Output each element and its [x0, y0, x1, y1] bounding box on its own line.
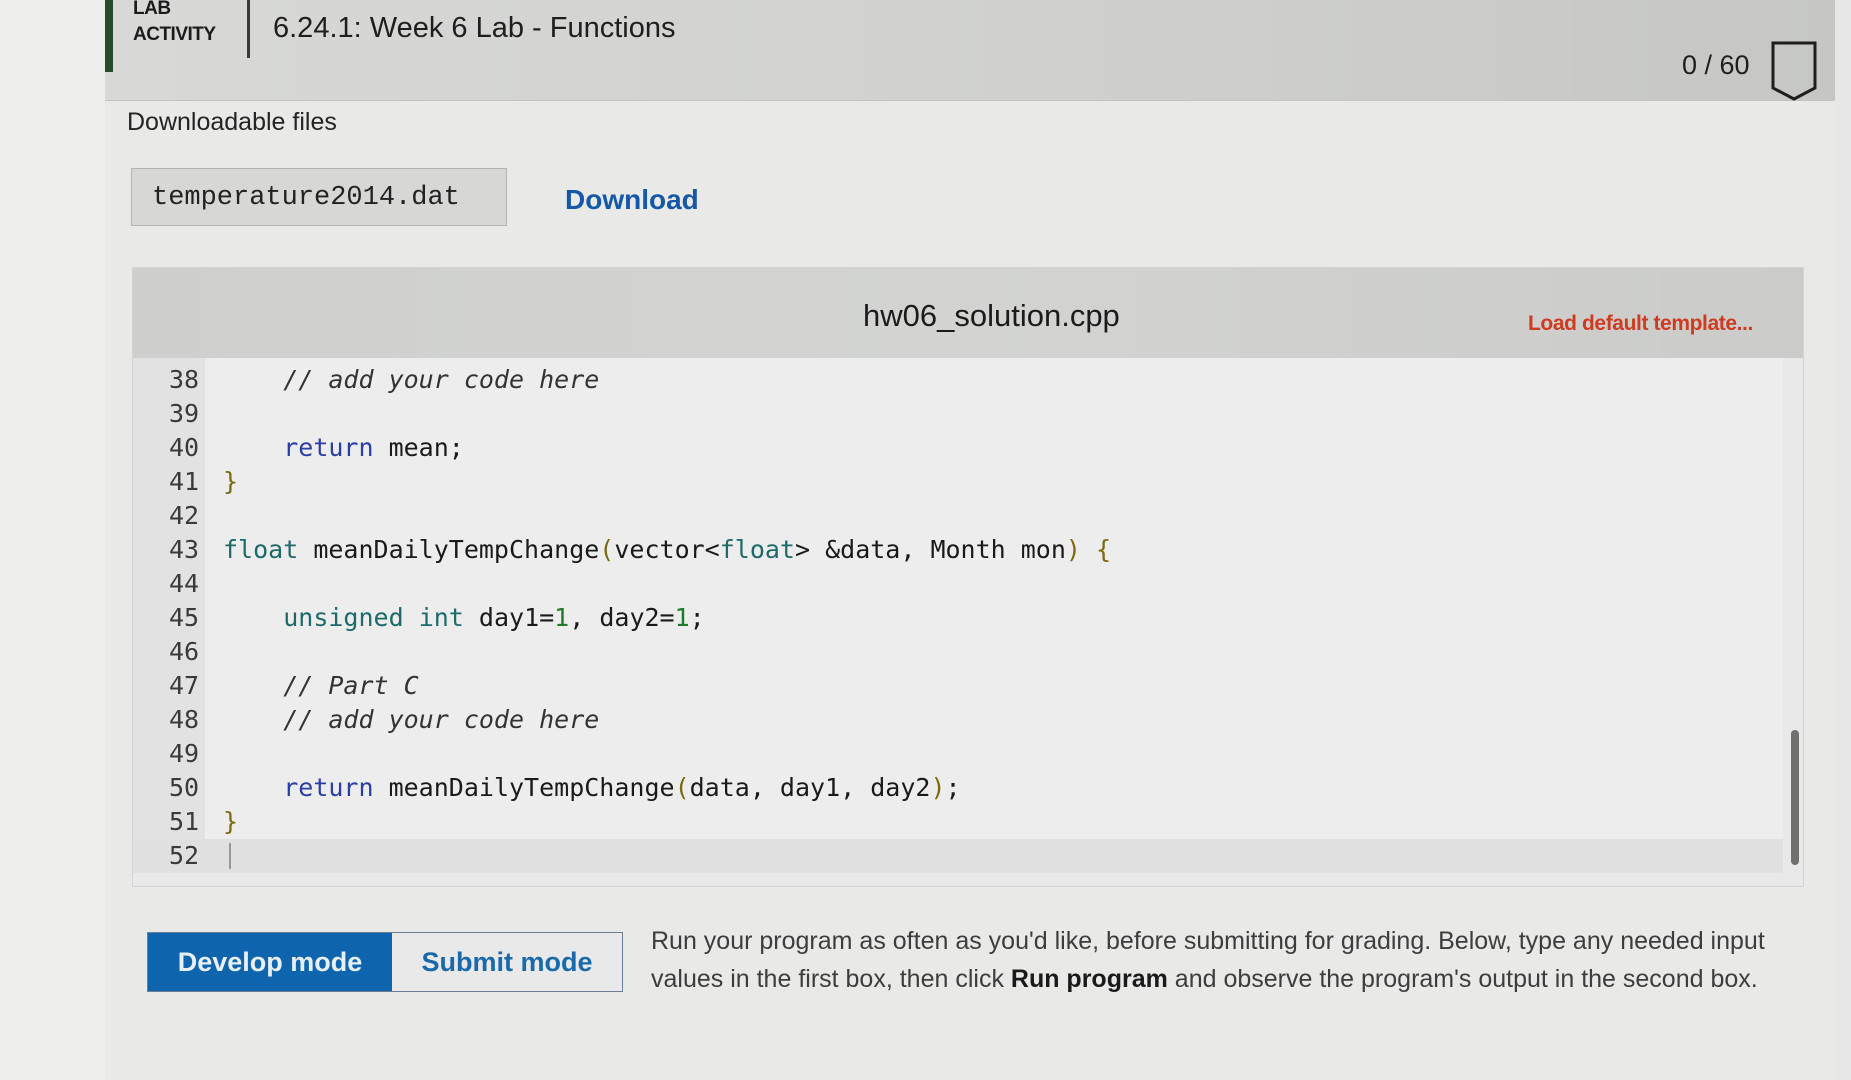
- line-number: 51: [169, 807, 200, 836]
- code-text: // add your code here: [283, 705, 600, 734]
- line-number: 52: [169, 841, 200, 870]
- line-number: 40: [169, 433, 200, 462]
- line-number: 41: [169, 467, 200, 496]
- line-number: 39: [169, 399, 200, 428]
- code-line[interactable]: 47 // Part C: [133, 669, 1783, 703]
- badge-shield-icon: [1771, 41, 1817, 101]
- code-line[interactable]: 38 // add your code here: [133, 363, 1783, 397]
- line-number: 44: [169, 569, 200, 598]
- line-number: 45: [169, 603, 200, 632]
- code-line[interactable]: 44: [133, 567, 1783, 601]
- file-name: temperature2014.dat: [152, 183, 460, 213]
- code-text: return mean;: [283, 433, 464, 462]
- code-text: }: [223, 807, 239, 836]
- code-line[interactable]: 42: [133, 499, 1783, 533]
- code-line[interactable]: 41}: [133, 465, 1783, 499]
- header-divider: [247, 0, 250, 58]
- code-text: // Part C: [283, 671, 419, 700]
- downloadable-files-heading: Downloadable files: [127, 108, 337, 136]
- code-line[interactable]: 45 unsigned int day1=1, day2=1;: [133, 601, 1783, 635]
- code-line[interactable]: 52: [133, 839, 1783, 873]
- lab-activity-label: LAB ACTIVITY: [133, 0, 216, 48]
- code-line[interactable]: 43 float meanDailyTempChange(vector<float…: [133, 533, 1783, 567]
- code-text-area[interactable]: 38 // add your code here 39 40 return mean…: [133, 358, 1783, 873]
- lab-label-line1: LAB: [133, 0, 171, 19]
- code-line[interactable]: 49: [133, 737, 1783, 771]
- editor-scrollbar[interactable]: [1791, 730, 1799, 865]
- line-number: 38: [169, 365, 200, 394]
- instructions-text-2: and observe the program's output in the …: [1167, 965, 1758, 993]
- line-number: 46: [169, 637, 200, 666]
- code-editor: hw06_solution.cpp Load default template.…: [133, 268, 1803, 886]
- code-text: }: [223, 467, 239, 496]
- submit-mode-button[interactable]: Submit mode: [392, 933, 622, 991]
- score-text: 0 / 60: [1682, 50, 1750, 80]
- run-instructions: Run your program as often as you'd like,…: [651, 922, 1811, 998]
- activity-header: LAB ACTIVITY 6.24.1: Week 6 Lab - Functi…: [105, 0, 1835, 101]
- download-link[interactable]: Download: [565, 184, 699, 216]
- line-number: 48: [169, 705, 200, 734]
- editor-header: hw06_solution.cpp Load default template.…: [133, 268, 1803, 358]
- page-left-margin: [0, 0, 105, 1080]
- editor-filename: hw06_solution.cpp: [863, 298, 1120, 333]
- text-cursor: [229, 843, 231, 869]
- lab-activity-card: LAB ACTIVITY 6.24.1: Week 6 Lab - Functi…: [105, 0, 1835, 1080]
- code-line[interactable]: 40 return mean;: [133, 431, 1783, 465]
- mode-toggle: Develop mode Submit mode: [147, 932, 623, 992]
- activity-title: 6.24.1: Week 6 Lab - Functions: [273, 12, 676, 44]
- line-number: 50: [169, 773, 200, 802]
- code-text: float meanDailyTempChange(vector<float> …: [223, 535, 1112, 564]
- code-text: // add your code here: [283, 365, 600, 394]
- line-number: 43: [169, 535, 200, 564]
- line-number: 47: [169, 671, 200, 700]
- load-default-template-link[interactable]: Load default template...: [1528, 312, 1753, 336]
- file-name-box: temperature2014.dat: [131, 168, 507, 226]
- code-text: return meanDailyTempChange(data, day1, d…: [283, 773, 961, 802]
- line-number: 42: [169, 501, 200, 530]
- code-line[interactable]: 46: [133, 635, 1783, 669]
- code-line[interactable]: 39: [133, 397, 1783, 431]
- run-program-emphasis: Run program: [1010, 965, 1168, 993]
- header-accent-bar: [105, 0, 113, 72]
- code-text: unsigned int day1=1, day2=1;: [283, 603, 705, 632]
- code-line[interactable]: 51}: [133, 805, 1783, 839]
- code-line[interactable]: 50 return meanDailyTempChange(data, day1…: [133, 771, 1783, 805]
- line-number: 49: [169, 739, 200, 768]
- develop-mode-button[interactable]: Develop mode: [148, 933, 392, 991]
- lab-label-line2: ACTIVITY: [133, 24, 216, 45]
- code-line[interactable]: 48 // add your code here: [133, 703, 1783, 737]
